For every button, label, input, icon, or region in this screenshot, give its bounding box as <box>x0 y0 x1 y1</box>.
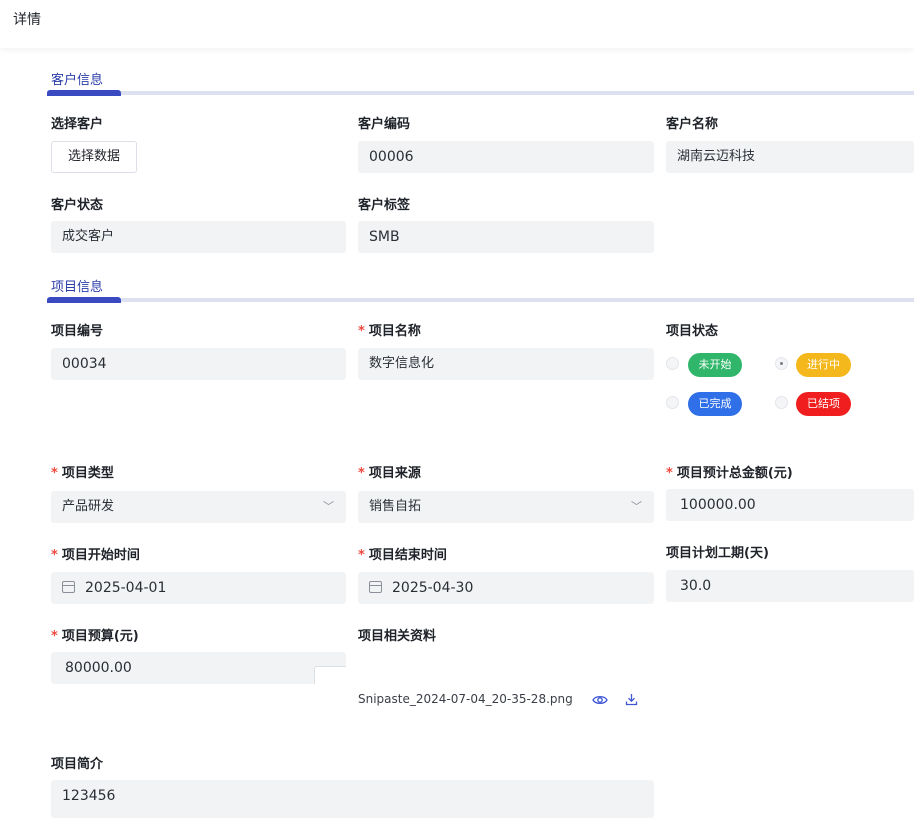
input-stepper[interactable] <box>314 666 346 684</box>
project-total-label: * 项目预计总金额(元) <box>666 466 793 481</box>
section-title-project: 项目信息 <box>51 280 104 295</box>
plan-days-field[interactable]: 30.0 <box>666 570 914 602</box>
project-source-select[interactable]: 销售自拓 ﹀ <box>358 491 654 523</box>
customer-tag-field[interactable]: SMB <box>358 221 654 253</box>
intro-label: 项目简介 <box>51 757 104 772</box>
status-tag-not-started[interactable]: 未开始 <box>688 353 742 377</box>
section-divider <box>47 297 914 303</box>
project-name-label: * 项目名称 <box>358 324 421 339</box>
customer-code-label: 客户编码 <box>358 117 411 132</box>
attachments-label: 项目相关资料 <box>358 629 437 644</box>
plan-days-label: 项目计划工期(天) <box>666 546 769 561</box>
project-status-label: 项目状态 <box>666 324 719 339</box>
start-time-label: * 项目开始时间 <box>51 548 140 563</box>
budget-label: * 项目预算(元) <box>51 629 139 644</box>
status-radio-not-started[interactable] <box>666 357 679 370</box>
budget-field[interactable]: 80000.00 <box>51 652 346 684</box>
customer-status-field[interactable]: 成交客户 <box>51 221 346 253</box>
customer-code-field[interactable]: 00006 <box>358 141 654 173</box>
required-mark: * <box>358 324 365 339</box>
project-type-select[interactable]: 产品研发 ﹀ <box>51 491 346 523</box>
project-no-label: 项目编号 <box>51 324 104 339</box>
start-date-picker[interactable]: 2025-04-01 <box>51 572 346 604</box>
calendar-icon <box>62 581 75 593</box>
page-title: 详情 <box>13 12 41 28</box>
customer-name-label: 客户名称 <box>666 117 719 132</box>
end-time-label: * 项目结束时间 <box>358 548 447 563</box>
section-title-customer: 客户信息 <box>51 73 104 88</box>
status-tag-completed[interactable]: 已完成 <box>688 392 742 416</box>
status-radio-in-progress[interactable] <box>775 357 788 370</box>
status-tag-closed[interactable]: 已结项 <box>796 392 851 416</box>
project-type-label: * 项目类型 <box>51 466 114 481</box>
page-header: 详情 <box>0 0 914 48</box>
status-radio-completed[interactable] <box>666 396 679 409</box>
end-date-picker[interactable]: 2025-04-30 <box>358 572 654 604</box>
customer-status-label: 客户状态 <box>51 198 104 213</box>
chevron-down-icon: ﹀ <box>631 500 642 513</box>
project-total-field[interactable]: 100000.00 <box>666 489 914 521</box>
status-radio-closed[interactable] <box>775 396 788 409</box>
project-source-label: * 项目来源 <box>358 466 421 481</box>
project-no-field[interactable]: 00034 <box>51 348 346 380</box>
status-tag-in-progress[interactable]: 进行中 <box>796 353 851 377</box>
section-divider <box>47 90 914 96</box>
customer-name-field[interactable]: 湖南云迈科技 <box>666 141 914 173</box>
download-icon[interactable] <box>625 693 638 706</box>
chevron-down-icon: ﹀ <box>323 500 334 513</box>
attachment-file-name[interactable]: Snipaste_2024-07-04_20-35-28.png <box>358 692 573 706</box>
select-data-button[interactable]: 选择数据 <box>51 141 137 173</box>
intro-textarea[interactable]: 123456 <box>51 780 654 818</box>
preview-eye-icon[interactable] <box>592 693 608 707</box>
project-name-field[interactable]: 数字信息化 <box>358 348 654 380</box>
select-customer-label: 选择客户 <box>51 117 104 132</box>
customer-tag-label: 客户标签 <box>358 198 411 213</box>
calendar-icon <box>369 581 382 593</box>
